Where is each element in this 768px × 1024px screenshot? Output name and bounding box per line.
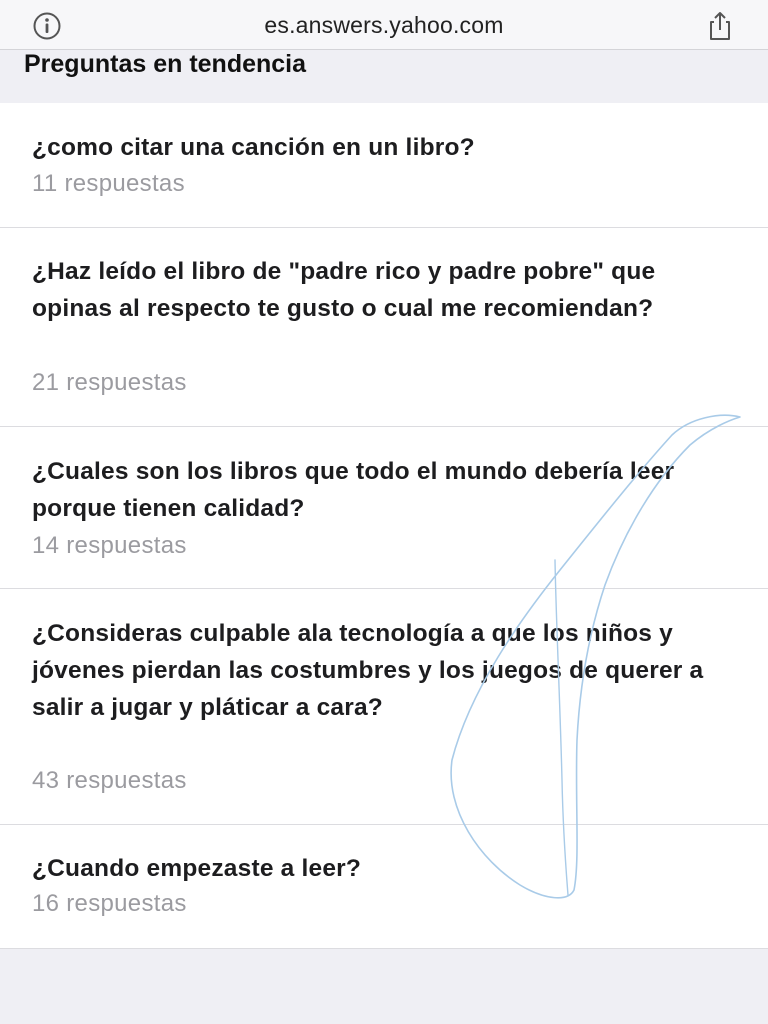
question-item[interactable]: ¿Consideras culpable ala tecnología a qu…	[0, 589, 768, 825]
question-title[interactable]: ¿Cuando empezaste a leer?	[32, 850, 732, 887]
answer-count: 14 respuestas	[32, 532, 187, 559]
question-item[interactable]: ¿Cuales son los libros que todo el mundo…	[0, 427, 768, 589]
share-button[interactable]	[702, 8, 738, 44]
answer-count: 43 respuestas	[32, 767, 187, 794]
question-item[interactable]: ¿Haz leído el libro de "padre rico y pad…	[0, 228, 768, 427]
answer-count: 21 respuestas	[32, 369, 187, 396]
answer-count: 16 respuestas	[32, 890, 187, 917]
question-item[interactable]: ¿como citar una canción en un libro? 11 …	[0, 103, 768, 228]
section-header: Preguntas en tendencia	[0, 50, 768, 102]
url-text[interactable]: es.answers.yahoo.com	[0, 12, 768, 39]
question-title[interactable]: ¿Cuales son los libros que todo el mundo…	[32, 453, 732, 527]
question-title[interactable]: ¿Haz leído el libro de "padre rico y pad…	[32, 253, 732, 327]
question-title[interactable]: ¿Consideras culpable ala tecnología a qu…	[32, 615, 732, 726]
section-title: Preguntas en tendencia	[24, 50, 307, 78]
share-icon	[710, 12, 730, 40]
question-title[interactable]: ¿como citar una canción en un libro?	[32, 129, 732, 166]
browser-address-bar: es.answers.yahoo.com	[0, 0, 768, 50]
answer-count: 11 respuestas	[32, 170, 185, 197]
question-item[interactable]: ¿Cuando empezaste a leer? 16 respuestas	[0, 825, 768, 949]
